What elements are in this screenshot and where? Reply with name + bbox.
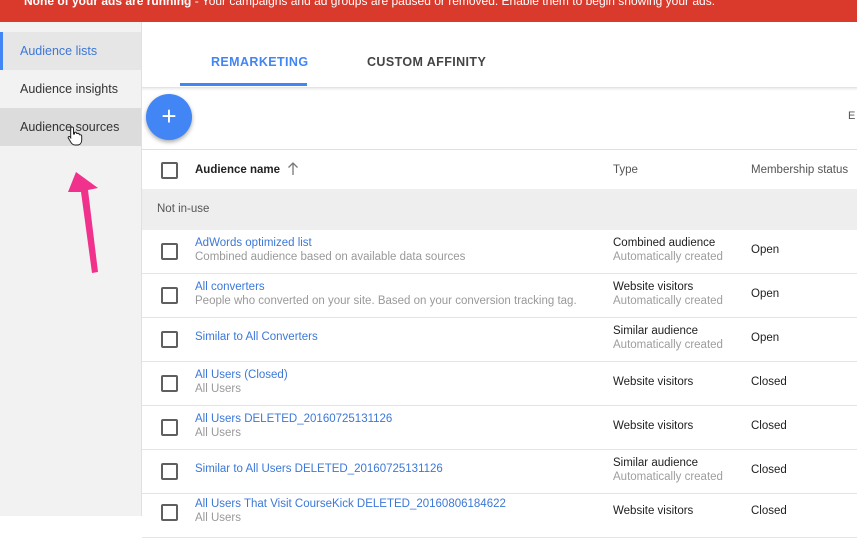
sidebar-item-audience-lists[interactable]: Audience lists — [0, 32, 141, 70]
sort-arrow-up-icon[interactable] — [287, 162, 299, 176]
row-checkbox[interactable] — [161, 463, 178, 480]
row-checkbox[interactable] — [161, 331, 178, 348]
membership-status: Closed — [751, 464, 787, 476]
audience-name-link[interactable]: AdWords optimized list — [195, 237, 312, 249]
alert-banner-text: None of your ads are running - Your camp… — [24, 0, 715, 8]
audience-type: Combined audience — [613, 237, 716, 249]
row-checkbox[interactable] — [161, 504, 178, 521]
sidebar-item-audience-insights[interactable]: Audience insights — [0, 70, 141, 108]
active-tab-indicator — [180, 83, 307, 86]
table-row: All Users DELETED_20160725131126 All Use… — [142, 406, 857, 450]
audience-description: All Users — [195, 512, 242, 524]
column-header-type[interactable]: Type — [613, 164, 638, 176]
row-checkbox[interactable] — [161, 243, 178, 260]
select-all-checkbox[interactable] — [161, 162, 178, 179]
audience-type: Website visitors — [613, 376, 694, 388]
table-header: Audience name Type Membership status — [142, 149, 857, 190]
hand-cursor-icon — [67, 126, 83, 146]
audience-description: People who converted on your site. Based… — [195, 295, 577, 307]
row-checkbox[interactable] — [161, 419, 178, 436]
audience-type: Website visitors — [613, 420, 694, 432]
table-row: All Users That Visit CourseKick DELETED_… — [142, 494, 857, 538]
membership-status: Open — [751, 244, 780, 256]
audience-type-note: Automatically created — [613, 471, 723, 483]
audience-name-link[interactable]: Similar to All Users DELETED_20160725131… — [195, 463, 443, 475]
audience-name-link[interactable]: All converters — [195, 281, 265, 293]
audience-name-link[interactable]: All Users DELETED_20160725131126 — [195, 413, 392, 425]
membership-status: Closed — [751, 420, 787, 432]
alert-banner-title: None of your ads are running — [24, 0, 192, 8]
table-row: Similar to All Converters Similar audien… — [142, 318, 857, 362]
audience-type-note: Automatically created — [613, 251, 723, 263]
tab-remarketing[interactable]: REMARKETING — [211, 55, 308, 69]
add-icon: + — [161, 101, 177, 131]
audience-description: All Users — [195, 383, 242, 395]
audience-type-note: Automatically created — [613, 295, 723, 307]
audience-name-link[interactable]: All Users (Closed) — [195, 369, 288, 381]
add-audience-button[interactable]: + — [146, 94, 192, 140]
membership-status: Closed — [751, 505, 787, 517]
row-checkbox[interactable] — [161, 375, 178, 392]
audience-type: Similar audience — [613, 325, 699, 337]
sidebar-item-label: Audience lists — [20, 44, 98, 58]
tab-bar: REMARKETING CUSTOM AFFINITY — [142, 22, 857, 88]
alert-banner: None of your ads are running - Your camp… — [0, 0, 857, 22]
table-row: Similar to All Users DELETED_20160725131… — [142, 450, 857, 494]
tab-custom-affinity[interactable]: CUSTOM AFFINITY — [367, 55, 486, 69]
membership-status: Open — [751, 288, 780, 300]
audience-description: Combined audience based on available dat… — [195, 251, 466, 263]
audience-name-link[interactable]: Similar to All Converters — [195, 331, 318, 343]
group-label: Not in-use — [157, 203, 210, 215]
pink-arrow-icon — [68, 172, 98, 273]
group-header-not-in-use: Not in-use — [142, 189, 857, 230]
audience-type: Website visitors — [613, 505, 694, 517]
table-row: All Users (Closed) All Users Website vis… — [142, 362, 857, 406]
membership-status: Open — [751, 332, 780, 344]
audience-type: Website visitors — [613, 281, 694, 293]
audience-name-link[interactable]: All Users That Visit CourseKick DELETED_… — [195, 498, 506, 510]
table-row: All converters People who converted on y… — [142, 274, 857, 318]
table-row: AdWords optimized list Combined audience… — [142, 230, 857, 274]
audience-description: All Users — [195, 427, 242, 439]
column-header-membership-status[interactable]: Membership status — [751, 164, 848, 176]
membership-status: Closed — [751, 376, 787, 388]
alert-banner-message: - Your campaigns and ad groups are pause… — [191, 0, 716, 8]
audience-type-note: Automatically created — [613, 339, 723, 351]
main-panel: REMARKETING CUSTOM AFFINITY + E Audience… — [142, 22, 857, 538]
row-checkbox[interactable] — [161, 287, 178, 304]
column-header-audience-name[interactable]: Audience name — [195, 164, 280, 176]
audience-type: Similar audience — [613, 457, 699, 469]
tab-bar-shadow — [142, 87, 857, 91]
sidebar-item-label: Audience insights — [20, 82, 118, 96]
toolbar-clipped-label[interactable]: E — [848, 110, 855, 122]
